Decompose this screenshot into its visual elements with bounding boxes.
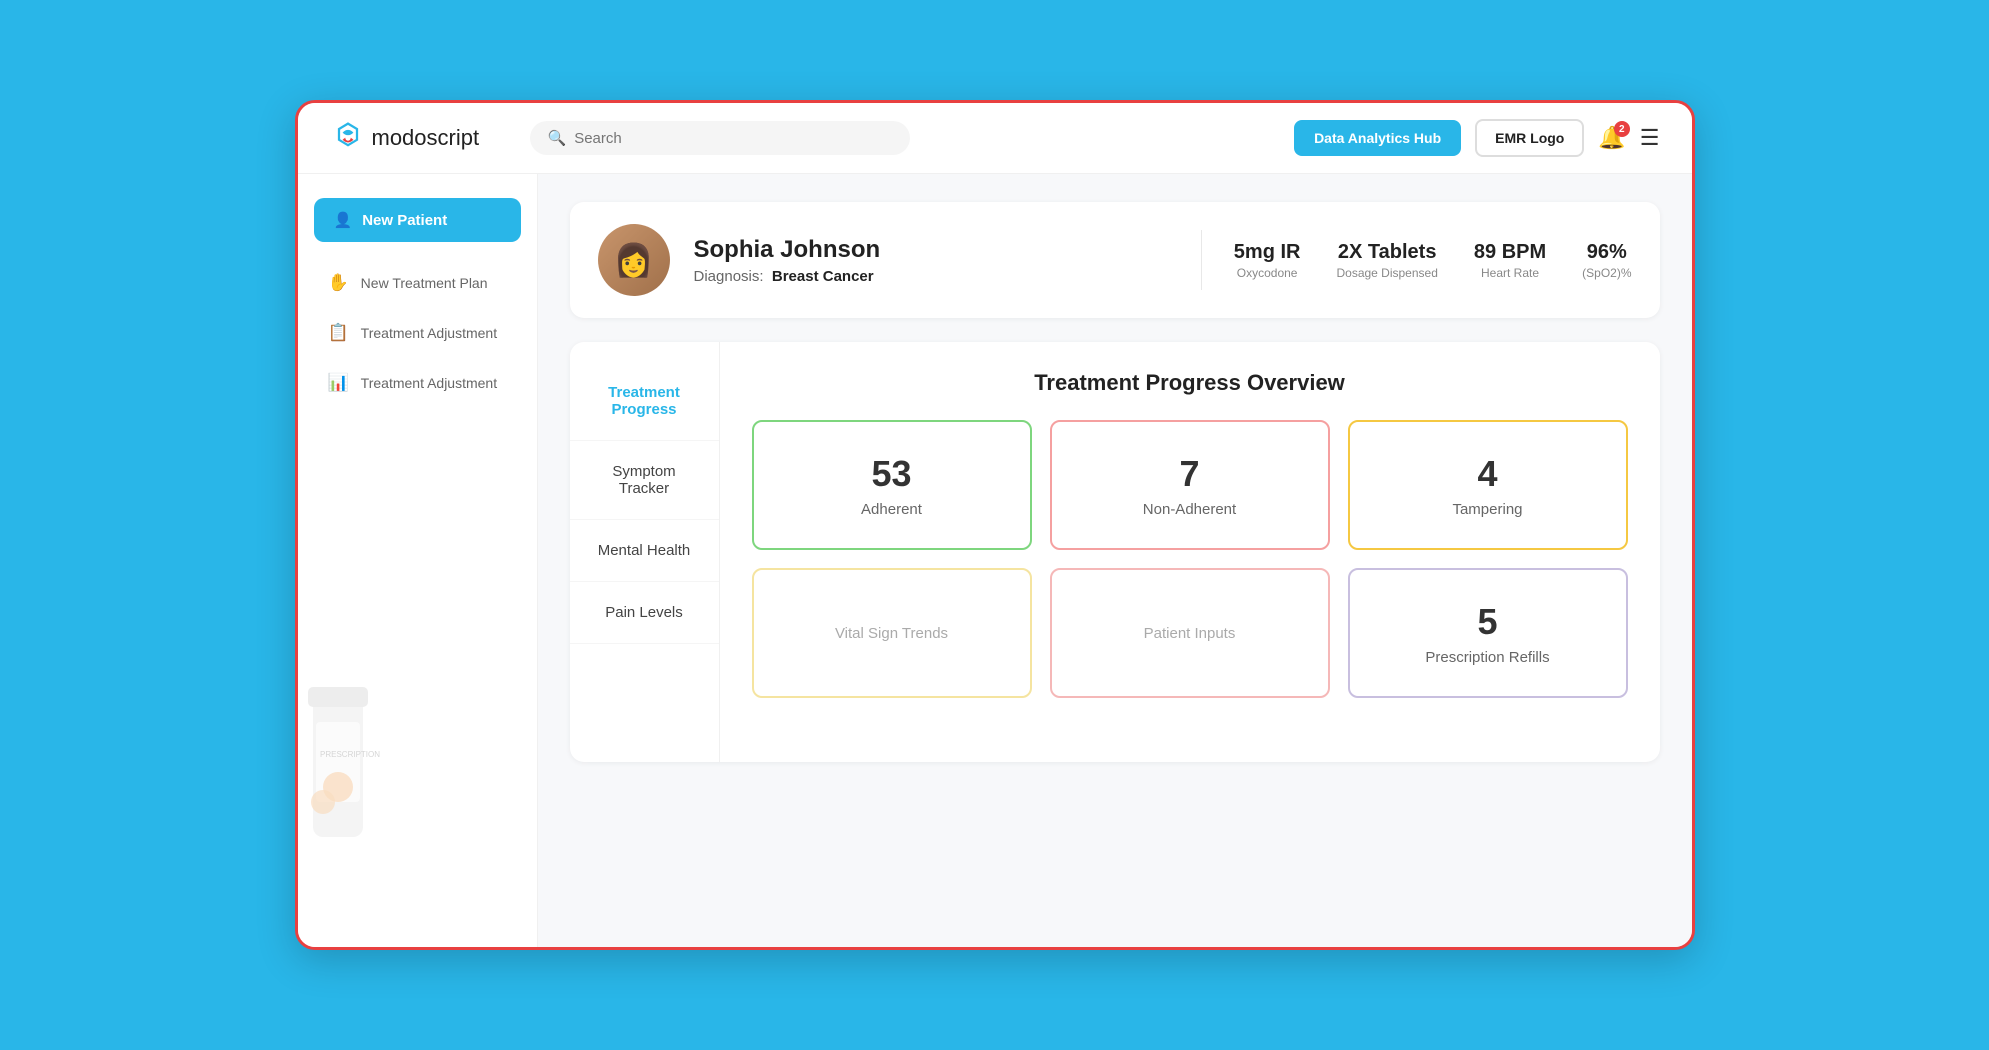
sidebar-item-treatment-adjustment-2[interactable]: 📊 Treatment Adjustment xyxy=(314,362,521,404)
notification-button[interactable]: 🔔 2 xyxy=(1598,125,1625,151)
nav-treatment-progress[interactable]: Treatment Progress xyxy=(570,362,719,441)
metrics-grid: 53 Adherent 7 Non-Adherent 4 Tampering xyxy=(752,420,1628,698)
header-right: Data Analytics Hub EMR Logo 🔔 2 ☰ xyxy=(1294,119,1659,157)
metric-prescription-refills: 5 Prescription Refills xyxy=(1348,568,1628,698)
patient-diagnosis: Diagnosis: Breast Cancer xyxy=(694,268,1169,285)
patient-avatar: 👩 xyxy=(598,224,670,296)
hand-icon: ✋ xyxy=(328,273,349,293)
analytics-button[interactable]: Data Analytics Hub xyxy=(1294,120,1461,156)
search-input[interactable] xyxy=(574,130,891,147)
search-icon: 🔍 xyxy=(548,129,567,147)
metric-adherent: 53 Adherent xyxy=(752,420,1032,550)
person-icon: 👤 xyxy=(334,211,353,229)
search-bar[interactable]: 🔍 xyxy=(530,121,910,155)
logo-text: modoscript xyxy=(372,125,480,151)
sidebar: 👤 New Patient ✋ New Treatment Plan 📋 Tre… xyxy=(298,174,538,947)
logo: modoscript xyxy=(330,120,510,156)
patient-card: 👩 Sophia Johnson Diagnosis: Breast Cance… xyxy=(570,202,1660,318)
patient-name: Sophia Johnson xyxy=(694,236,1169,264)
metric-tampering: 4 Tampering xyxy=(1348,420,1628,550)
vital-heart-rate: 89 BPM Heart Rate xyxy=(1474,241,1546,280)
metric-patient-inputs: Patient Inputs xyxy=(1050,568,1330,698)
metric-non-adherent: 7 Non-Adherent xyxy=(1050,420,1330,550)
metric-vital-trends: Vital Sign Trends xyxy=(752,568,1032,698)
treatment-overview-title: Treatment Progress Overview xyxy=(752,370,1628,396)
patient-divider xyxy=(1201,230,1202,290)
pill-bottle-decoration: PRESCRIPTION xyxy=(295,667,458,947)
patient-info: Sophia Johnson Diagnosis: Breast Cancer xyxy=(694,236,1169,285)
header: modoscript 🔍 Data Analytics Hub EMR Logo… xyxy=(298,103,1692,174)
avatar-image: 👩 xyxy=(614,241,654,279)
menu-button[interactable]: ☰ xyxy=(1640,125,1660,151)
clipboard-icon: 📋 xyxy=(328,323,349,343)
sidebar-item-new-treatment[interactable]: ✋ New Treatment Plan xyxy=(314,262,521,304)
vital-oxycodone: 5mg IR Oxycodone xyxy=(1234,241,1301,280)
body-layout: 👤 New Patient ✋ New Treatment Plan 📋 Tre… xyxy=(298,174,1692,947)
nav-mental-health[interactable]: Mental Health xyxy=(570,520,719,582)
vital-dosage: 2X Tablets Dosage Dispensed xyxy=(1336,241,1437,280)
vital-spo2: 96% (SpO2)% xyxy=(1582,241,1631,280)
new-patient-button[interactable]: 👤 New Patient xyxy=(314,198,521,242)
main-content: 👩 Sophia Johnson Diagnosis: Breast Cance… xyxy=(538,174,1692,947)
treatment-main: Treatment Progress Overview 53 Adherent … xyxy=(720,342,1660,762)
treatment-nav: Treatment Progress Symptom Tracker Menta… xyxy=(570,342,720,762)
nav-pain-levels[interactable]: Pain Levels xyxy=(570,582,719,644)
emr-button[interactable]: EMR Logo xyxy=(1475,119,1584,157)
sidebar-item-treatment-adjustment-1[interactable]: 📋 Treatment Adjustment xyxy=(314,312,521,354)
patient-vitals: 5mg IR Oxycodone 2X Tablets Dosage Dispe… xyxy=(1234,241,1632,280)
nav-symptom-tracker[interactable]: Symptom Tracker xyxy=(570,441,719,520)
logo-icon xyxy=(330,120,366,156)
treatment-card: Treatment Progress Symptom Tracker Menta… xyxy=(570,342,1660,762)
notification-badge: 2 xyxy=(1614,121,1630,137)
chart-icon: 📊 xyxy=(328,373,349,393)
svg-text:PRESCRIPTION: PRESCRIPTION xyxy=(320,750,380,759)
